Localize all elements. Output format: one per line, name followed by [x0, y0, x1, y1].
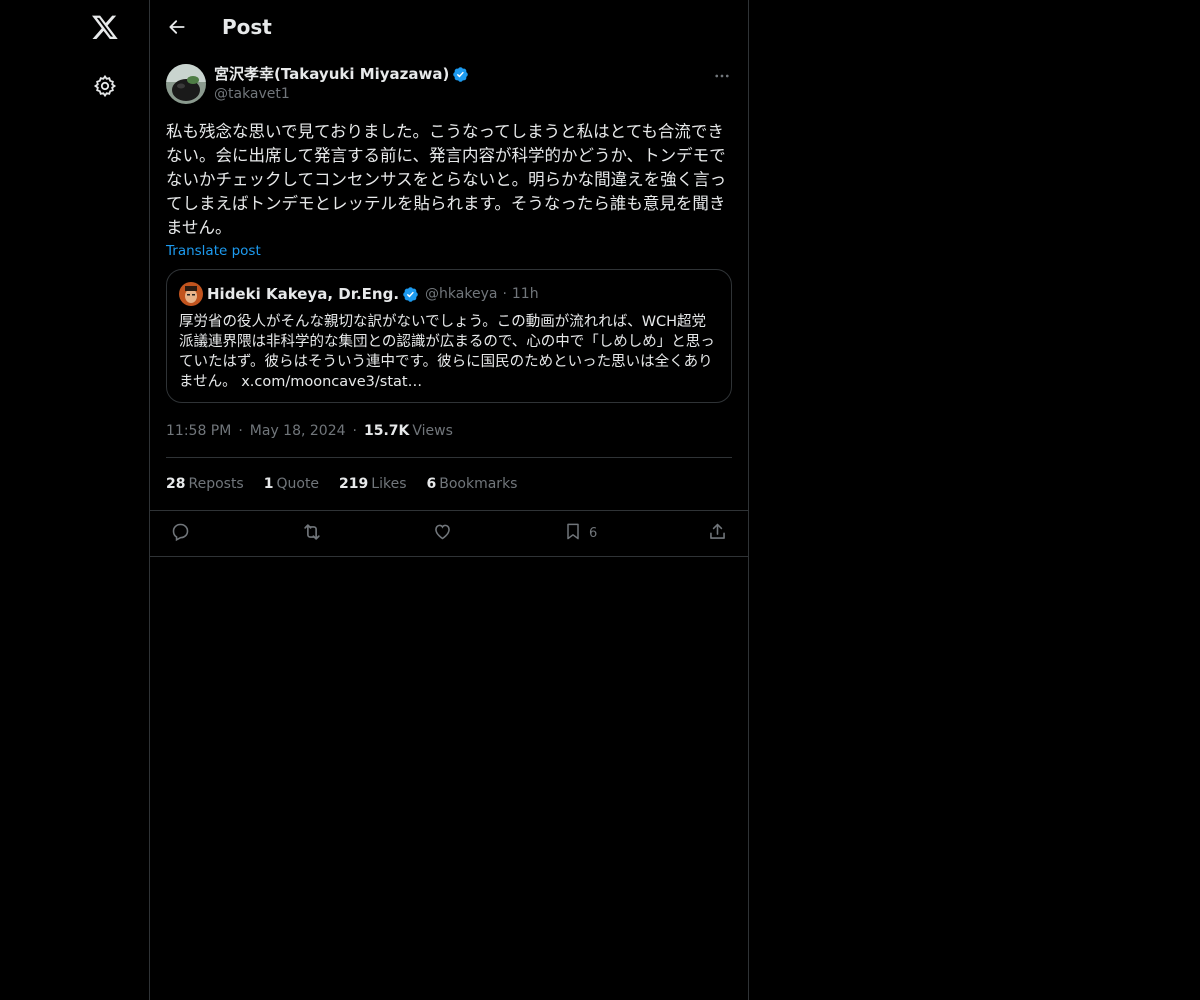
quote-separator: · [502, 286, 507, 302]
quote-author: Hideki Kakeya, Dr.Eng. @hkakeya · 11h [179, 282, 719, 306]
quote-display-name: Hideki Kakeya, Dr.Eng. [207, 285, 400, 303]
meta-separator: · [238, 423, 243, 439]
repost-button[interactable] [301, 521, 323, 547]
quotes-stat[interactable]: 1 Quote [264, 476, 319, 492]
back-arrow-icon[interactable] [166, 16, 188, 38]
meta-separator: · [352, 423, 357, 439]
quoted-post[interactable]: Hideki Kakeya, Dr.Eng. @hkakeya · 11h 厚労… [166, 269, 732, 403]
reply-icon [170, 521, 191, 546]
like-button[interactable] [432, 521, 453, 546]
post-header: Post [150, 0, 748, 53]
settings-gear-icon[interactable] [91, 72, 119, 100]
post-author: 宮沢孝幸(Takayuki Miyazawa) @takavet1 [166, 64, 732, 116]
display-name[interactable]: 宮沢孝幸(Takayuki Miyazawa) [214, 64, 449, 84]
main-column: Post 宮沢孝幸(Takayuki Miyazawa) @takavet1 私… [149, 0, 749, 1000]
user-block: 宮沢孝幸(Takayuki Miyazawa) @takavet1 [214, 64, 469, 104]
quote-avatar [179, 282, 203, 306]
repost-icon [301, 521, 323, 547]
engagement-stats: 28 Reposts 1 Quote 219 Likes 6 Bookmarks [166, 458, 732, 510]
more-options-icon[interactable] [712, 66, 732, 86]
bookmarks-stat[interactable]: 6 Bookmarks [427, 476, 518, 492]
reposts-count: 28 [166, 476, 186, 492]
x-logo-icon[interactable] [90, 12, 120, 42]
likes-label: Likes [371, 476, 407, 492]
share-icon [707, 521, 728, 546]
user-handle[interactable]: @takavet1 [214, 84, 469, 104]
quote-handle: @hkakeya [425, 286, 498, 302]
avatar[interactable] [166, 64, 206, 104]
bookmark-count: 6 [589, 526, 598, 541]
bookmark-button[interactable]: 6 [563, 521, 597, 546]
post-meta: 11:58 PM · May 18, 2024 · 15.7K Views [166, 421, 732, 441]
left-nav [0, 0, 149, 1000]
heart-icon [432, 521, 453, 546]
quote-verified-badge-icon [402, 286, 419, 303]
post: 宮沢孝幸(Takayuki Miyazawa) @takavet1 私も残念な思… [150, 64, 748, 557]
reposts-stat[interactable]: 28 Reposts [166, 476, 244, 492]
post-date[interactable]: May 18, 2024 [250, 423, 346, 439]
verified-badge-icon[interactable] [452, 66, 469, 83]
post-text: 私も残念な思いで見ておりました。こうなってしまうと私はとても合流できない。会に出… [166, 122, 727, 237]
reposts-label: Reposts [188, 476, 244, 492]
bookmarks-count: 6 [426, 476, 437, 492]
quote-link[interactable]: x.com/mooncave3/stat… [241, 374, 422, 390]
reply-button[interactable] [170, 521, 191, 546]
user-name-row: 宮沢孝幸(Takayuki Miyazawa) [214, 64, 469, 84]
post-time[interactable]: 11:58 PM [166, 423, 231, 439]
translate-post-link[interactable]: Translate post [166, 243, 261, 259]
quote-text: 厚労省の役人がそんな親切な訳がないでしょう。この動画が流れれば、WCH超党派議連… [179, 312, 719, 392]
action-bar: 6 [150, 510, 748, 557]
quotes-label: Quote [276, 476, 320, 492]
likes-stat[interactable]: 219 Likes [339, 476, 406, 492]
views-count: 15.7K [363, 423, 410, 439]
bookmarks-label: Bookmarks [439, 476, 518, 492]
views-label: Views [412, 423, 453, 439]
share-button[interactable] [707, 521, 728, 546]
page-title: Post [222, 14, 272, 39]
quote-time: 11h [511, 286, 539, 302]
likes-count: 219 [339, 476, 369, 492]
bookmark-icon [563, 521, 583, 546]
quotes-count: 1 [263, 476, 274, 492]
